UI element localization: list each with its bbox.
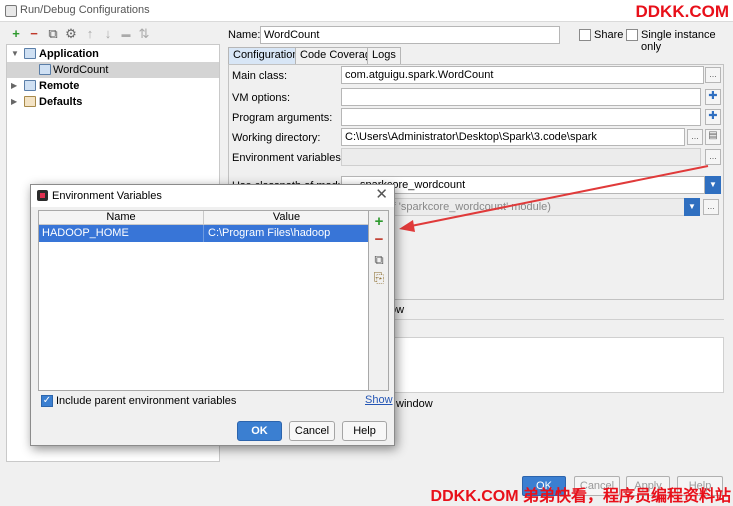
add-icon[interactable]: + [372, 214, 386, 229]
env-vars-dialog: Environment Variables ✕ Name Value HADOO… [30, 184, 395, 446]
include-parent-label: Include parent environment variables [56, 395, 237, 407]
remote-icon [24, 80, 36, 91]
share-label: Share [594, 29, 624, 41]
close-icon[interactable]: ✕ [375, 187, 388, 203]
env-var-name-cell[interactable]: HADOOP_HOME [39, 225, 204, 242]
working-dir-input[interactable]: C:\Users\Administrator\Desktop\Spark\3.c… [341, 128, 685, 146]
tree-item-defaults[interactable]: ▶ Defaults [7, 94, 219, 110]
show-link[interactable]: Show [365, 394, 393, 406]
env-vars-table[interactable]: Name Value HADOOP_HOME C:\Program Files\… [38, 210, 369, 391]
working-dir-browse-button[interactable]: ... [687, 129, 703, 145]
folder-icon[interactable]: ▬ [119, 27, 133, 41]
single-instance-checkbox[interactable] [626, 29, 638, 41]
column-header-value[interactable]: Value [205, 211, 368, 225]
expand-arrow-icon[interactable]: ▼ [11, 46, 19, 62]
tree-item-label: Application [39, 48, 99, 60]
dialog-titlebar: Environment Variables ✕ [31, 185, 394, 207]
add-config-icon[interactable]: + [9, 27, 23, 41]
section-divider [390, 319, 724, 320]
tree-item-remote[interactable]: ▶ Remote [7, 78, 219, 94]
program-args-label: Program arguments: [232, 112, 333, 124]
vm-options-label: VM options: [232, 92, 291, 104]
env-vars-label: Environment variables: [232, 152, 344, 164]
copy-icon[interactable]: ⧉ [372, 253, 386, 267]
help-button[interactable]: Help [342, 421, 387, 441]
expand-vm-options-icon[interactable]: ✚ [705, 89, 721, 105]
working-dir-label: Working directory: [232, 132, 321, 144]
watermark-top: DDKK.COM [635, 2, 730, 21]
move-up-icon[interactable]: ↑ [83, 27, 97, 41]
single-instance-label: Single instance only [641, 29, 716, 53]
watermark-bottom: DDKK.COM 弟弟快看，程序员编程资料站 [430, 488, 731, 505]
name-input[interactable]: WordCount [260, 26, 560, 44]
table-header: Name Value [39, 211, 368, 225]
ok-button[interactable]: OK [237, 421, 282, 441]
expand-arrow-icon[interactable]: ▶ [11, 78, 17, 94]
share-checkbox[interactable] [579, 29, 591, 41]
tab-logs[interactable]: Logs [367, 47, 401, 64]
cancel-button[interactable]: Cancel [289, 421, 335, 441]
macro-icon[interactable]: ▤ [705, 129, 721, 145]
main-class-label: Main class: [232, 70, 288, 82]
table-row[interactable]: HADOOP_HOME C:\Program Files\hadoop [39, 225, 368, 242]
sort-icon[interactable]: ⇅ [137, 27, 151, 41]
tree-item-label: Remote [39, 80, 80, 92]
dialog-title: Environment Variables [52, 190, 162, 202]
main-class-input[interactable]: com.atguigu.spark.WordCount [341, 66, 704, 84]
defaults-wrench-icon [24, 96, 36, 107]
remove-config-icon[interactable]: − [27, 27, 41, 41]
application-folder-icon [24, 48, 36, 59]
before-launch-list[interactable] [390, 337, 724, 393]
table-side-toolbar: + − ⧉ ⎘ [369, 210, 389, 391]
move-down-icon[interactable]: ↓ [101, 27, 115, 41]
wrench-icon[interactable]: ⚙ [64, 27, 78, 41]
column-header-name[interactable]: Name [39, 211, 204, 225]
tab-configuration[interactable]: Configuration [228, 47, 304, 64]
tree-item-label: Defaults [39, 96, 83, 108]
expand-program-args-icon[interactable]: ✚ [705, 109, 721, 125]
tree-item-wordcount[interactable]: WordCount [7, 62, 219, 78]
window-title: Run/Debug Configurations [20, 4, 150, 16]
copy-config-icon[interactable]: ⧉ [46, 27, 60, 41]
env-var-value-cell[interactable]: C:\Program Files\hadoop [205, 225, 368, 242]
config-toolbar: + − ⧉ ⚙ ↑ ↓ ▬ ⇅ [6, 26, 220, 44]
include-parent-checkbox[interactable]: ✓ [41, 395, 53, 407]
program-args-input[interactable] [341, 108, 701, 126]
window-titlebar: Run/Debug Configurations [0, 0, 733, 22]
intellij-icon [37, 190, 48, 201]
vm-options-input[interactable] [341, 88, 701, 106]
tree-item-application[interactable]: ▼ Application [7, 46, 219, 62]
remove-icon[interactable]: − [372, 232, 386, 247]
main-class-browse-button[interactable]: ... [705, 67, 721, 83]
paste-icon[interactable]: ⎘ [372, 271, 386, 285]
expand-arrow-icon[interactable]: ▶ [11, 94, 17, 110]
name-label: Name: [228, 29, 261, 41]
annotation-arrow [399, 165, 709, 232]
application-config-icon [39, 64, 51, 75]
app-icon [5, 5, 17, 17]
activate-window-partial-text: window [396, 398, 433, 410]
tree-item-label: WordCount [53, 64, 109, 76]
